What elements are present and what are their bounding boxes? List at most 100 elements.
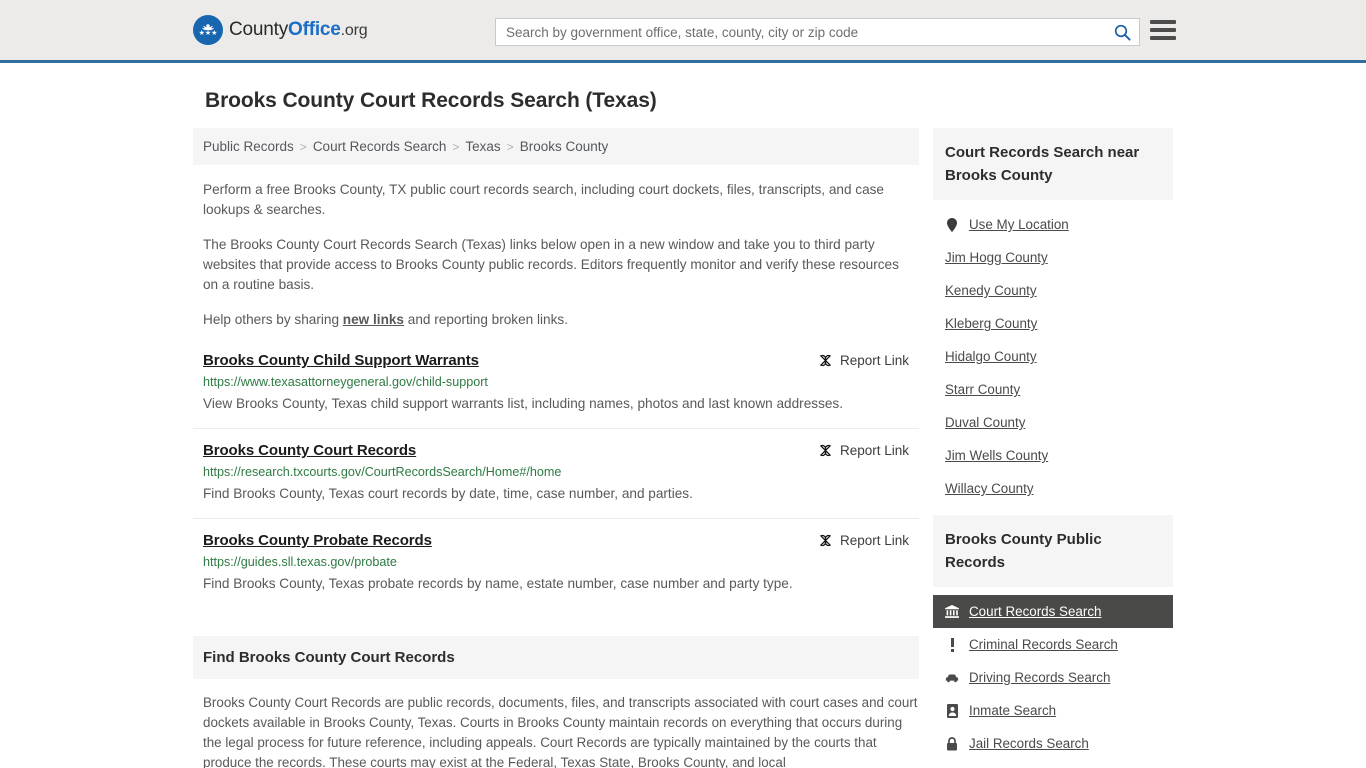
report-link-label: Report Link	[839, 353, 909, 368]
hamburger-menu-icon[interactable]	[1150, 20, 1176, 40]
sidebar-item-starr-county[interactable]: Starr County	[933, 373, 1173, 406]
breadcrumb-item-brooks-county[interactable]: Brooks County	[520, 139, 609, 154]
search-input[interactable]	[496, 24, 1105, 40]
link-entry-url[interactable]: https://research.txcourts.gov/CourtRecor…	[203, 465, 909, 479]
sidebar-item-kenedy-county[interactable]: Kenedy County	[933, 274, 1173, 307]
report-link-button[interactable]: Report Link	[818, 352, 909, 368]
hamburger-bar	[1150, 28, 1176, 32]
sidebar-item-hidalgo-county[interactable]: Hidalgo County	[933, 340, 1173, 373]
report-link-button[interactable]: Report Link	[818, 532, 909, 548]
search-button[interactable]	[1105, 19, 1139, 45]
intro-paragraph-3: Help others by sharing new links and rep…	[203, 310, 915, 330]
sidebar-link-label[interactable]: Hidalgo County	[945, 349, 1037, 364]
sidebar-item-jim-wells-county[interactable]: Jim Wells County	[933, 439, 1173, 472]
link-entry: Brooks County Court Records Report Link	[193, 442, 919, 519]
nearby-panel-heading: Court Records Search near Brooks County	[933, 128, 1173, 200]
logo-text-office: Office	[288, 19, 341, 40]
sidebar-link-label[interactable]: Inmate Search	[969, 703, 1056, 718]
hamburger-bar	[1150, 36, 1176, 40]
page-title: Brooks County Court Records Search (Texa…	[205, 89, 657, 112]
link-entry-description: View Brooks County, Texas child support …	[203, 396, 843, 411]
logo-text-county: County	[229, 19, 289, 40]
sidebar-item-kleberg-county[interactable]: Kleberg County	[933, 307, 1173, 340]
sidebar-link-label[interactable]: Starr County	[945, 382, 1020, 397]
breadcrumb-separator: >	[506, 139, 514, 154]
sidebar-item-court-records-search[interactable]: Court Records Search	[933, 595, 1173, 628]
sidebar-link-label[interactable]: Court Records Search	[969, 604, 1101, 619]
broken-link-icon	[820, 444, 831, 457]
report-link-button[interactable]: Report Link	[818, 442, 909, 458]
find-records-body: Brooks County Court Records are public r…	[203, 695, 918, 768]
link-entry-url[interactable]: https://guides.sll.texas.gov/probate	[203, 555, 909, 569]
site-header: ★★★ CountyOffice.org	[0, 0, 1366, 63]
new-links-link[interactable]: new links	[343, 312, 404, 327]
link-entry-header: Brooks County Probate Records Report Lin…	[203, 532, 909, 549]
link-entry: Brooks County Probate Records Report Lin…	[193, 532, 919, 608]
intro-text: Perform a free Brooks County, TX public …	[193, 180, 919, 330]
breadcrumb-separator: >	[452, 139, 460, 154]
map-pin-icon	[945, 217, 959, 232]
breadcrumb-separator: >	[299, 139, 307, 154]
sidebar-link-label[interactable]: Jim Wells County	[945, 448, 1048, 463]
public-records-list: Court Records Search Criminal Records Se…	[933, 595, 1173, 760]
breadcrumb-item-texas[interactable]: Texas	[465, 139, 500, 154]
main-content: Public Records > Court Records Search > …	[193, 128, 919, 768]
logo-text-org: .org	[340, 22, 368, 39]
link-entries-list: Brooks County Child Support Warrants Rep…	[193, 352, 919, 608]
find-records-heading: Find Brooks County Court Records	[193, 636, 919, 679]
breadcrumb-item-court-records-search[interactable]: Court Records Search	[313, 139, 447, 154]
link-entry-url[interactable]: https://www.texasattorneygeneral.gov/chi…	[203, 375, 909, 389]
breadcrumb: Public Records > Court Records Search > …	[193, 128, 919, 165]
sidebar-item-jail-records-search[interactable]: Jail Records Search	[933, 727, 1173, 760]
report-link-label: Report Link	[839, 443, 909, 458]
sidebar-item-driving-records-search[interactable]: Driving Records Search	[933, 661, 1173, 694]
sidebar-item-use-my-location[interactable]: Use My Location	[933, 208, 1173, 241]
sidebar-item-duval-county[interactable]: Duval County	[933, 406, 1173, 439]
exclamation-icon	[945, 637, 959, 652]
logo-text: CountyOffice.org	[229, 19, 368, 41]
sidebar-item-jim-hogg-county[interactable]: Jim Hogg County	[933, 241, 1173, 274]
lock-icon	[945, 736, 959, 751]
link-entry-description: Find Brooks County, Texas probate record…	[203, 576, 793, 591]
intro-p3-before: Help others by sharing	[203, 312, 343, 327]
sidebar-link-label[interactable]: Jim Hogg County	[945, 250, 1048, 265]
sidebar-item-criminal-records-search[interactable]: Criminal Records Search	[933, 628, 1173, 661]
eagle-badge-icon: ★★★	[193, 15, 223, 45]
intro-paragraph-1: Perform a free Brooks County, TX public …	[203, 182, 884, 217]
link-entry-header: Brooks County Court Records Report Link	[203, 442, 909, 459]
report-link-label: Report Link	[839, 533, 909, 548]
search-bar	[495, 18, 1140, 46]
sidebar-link-label[interactable]: Kleberg County	[945, 316, 1037, 331]
broken-link-icon	[820, 534, 831, 547]
public-records-panel-heading: Brooks County Public Records	[933, 515, 1173, 587]
sidebar-link-label[interactable]: Use My Location	[969, 217, 1069, 232]
link-entry-description: Find Brooks County, Texas court records …	[203, 486, 693, 501]
link-entry-title[interactable]: Brooks County Court Records	[203, 442, 416, 459]
sidebar-link-label[interactable]: Willacy County	[945, 481, 1034, 496]
three-stars: ★★★	[198, 30, 218, 37]
breadcrumb-item-public-records[interactable]: Public Records	[203, 139, 294, 154]
link-entry-header: Brooks County Child Support Warrants Rep…	[203, 352, 909, 369]
sidebar-link-label[interactable]: Criminal Records Search	[969, 637, 1118, 652]
page-container: Brooks County Court Records Search (Texa…	[0, 89, 1366, 768]
search-icon	[1114, 24, 1131, 41]
site-logo[interactable]: ★★★ CountyOffice.org	[193, 15, 368, 45]
link-entry-title[interactable]: Brooks County Child Support Warrants	[203, 352, 479, 369]
bank-icon	[945, 605, 959, 618]
sidebar-item-willacy-county[interactable]: Willacy County	[933, 472, 1173, 505]
sidebar: Court Records Search near Brooks County …	[933, 128, 1173, 768]
intro-paragraph-2: The Brooks County Court Records Search (…	[203, 237, 899, 292]
content-columns: Public Records > Court Records Search > …	[193, 128, 1173, 768]
sidebar-link-label[interactable]: Duval County	[945, 415, 1025, 430]
sidebar-link-label[interactable]: Driving Records Search	[969, 670, 1110, 685]
car-icon	[945, 673, 959, 683]
id-card-icon	[945, 703, 959, 718]
sidebar-link-label[interactable]: Jail Records Search	[969, 736, 1089, 751]
link-entry-title[interactable]: Brooks County Probate Records	[203, 532, 432, 549]
intro-p3-after: and reporting broken links.	[404, 312, 568, 327]
sidebar-item-inmate-search[interactable]: Inmate Search	[933, 694, 1173, 727]
sidebar-link-label[interactable]: Kenedy County	[945, 283, 1037, 298]
